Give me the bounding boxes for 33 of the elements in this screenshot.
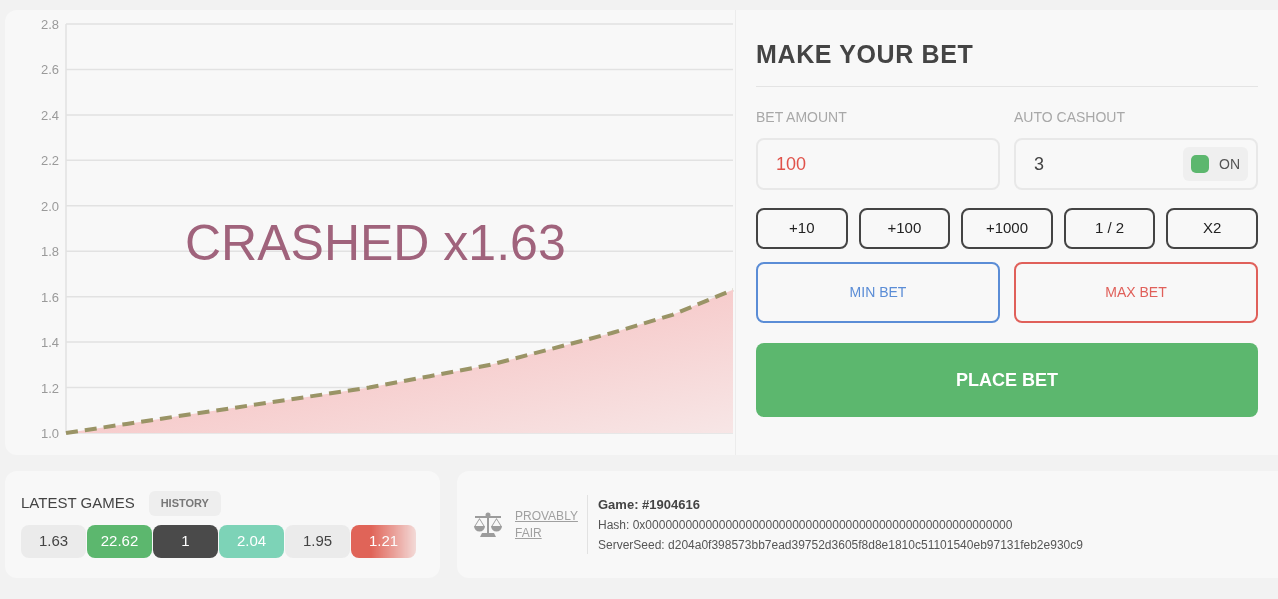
auto-cashout-toggle[interactable]: ON xyxy=(1183,147,1248,181)
crash-status: CRASHED x1.63 xyxy=(185,218,566,268)
bet-amount-field[interactable]: 100 xyxy=(756,138,1000,190)
section-title: LATEST GAMES xyxy=(21,493,135,514)
quick-amount-button[interactable]: X2 xyxy=(1166,208,1258,249)
cashout-value: 3 xyxy=(1034,152,1044,176)
y-axis-label: 1.6 xyxy=(40,289,59,305)
y-axis-label: 1.2 xyxy=(40,380,59,396)
history-button[interactable]: HISTORY xyxy=(148,491,221,516)
auto-cashout-field[interactable]: 3 ON xyxy=(1014,138,1258,190)
hash-text: Hash: 0x0000000000000000000000000000000000000000000000000000000 xyxy=(598,517,1014,535)
game-result[interactable]: 1.95 xyxy=(285,525,350,558)
y-axis-label: 2.4 xyxy=(40,107,59,123)
balance-scale-icon xyxy=(473,511,503,538)
y-axis-label: 1.0 xyxy=(40,426,59,441)
y-axis-label: 2.6 xyxy=(40,62,59,78)
game-result[interactable]: 1 xyxy=(153,525,218,558)
quick-amount-button[interactable]: +1000 xyxy=(961,208,1053,249)
game-id: Game: #1904616 xyxy=(598,495,701,514)
y-axis-label: 1.8 xyxy=(40,244,59,260)
y-axis-label: 2.0 xyxy=(40,198,59,214)
y-axis-label: 2.8 xyxy=(40,17,59,32)
quick-amount-button[interactable]: +100 xyxy=(858,208,951,249)
server-seed-text: ServerSeed: d204a0f398573bb7ead39752d3605f8d8e1810c51101540eb97131feb2e930c9 xyxy=(598,537,1083,555)
quick-amount-button[interactable]: +10 xyxy=(756,208,848,249)
y-axis-label: 1.4 xyxy=(40,335,59,351)
max-bet-button[interactable]: MAX BET xyxy=(1014,262,1258,323)
field-label: BET AMOUNT xyxy=(756,108,848,127)
game-result[interactable]: 1.63 xyxy=(21,525,86,558)
quick-amount-button[interactable]: 1 / 2 xyxy=(1063,208,1156,249)
field-label: AUTO CASHOUT xyxy=(1014,108,1126,127)
y-axis-label: 2.2 xyxy=(40,153,59,169)
panel-title: MAKE YOUR BET xyxy=(756,38,1258,87)
